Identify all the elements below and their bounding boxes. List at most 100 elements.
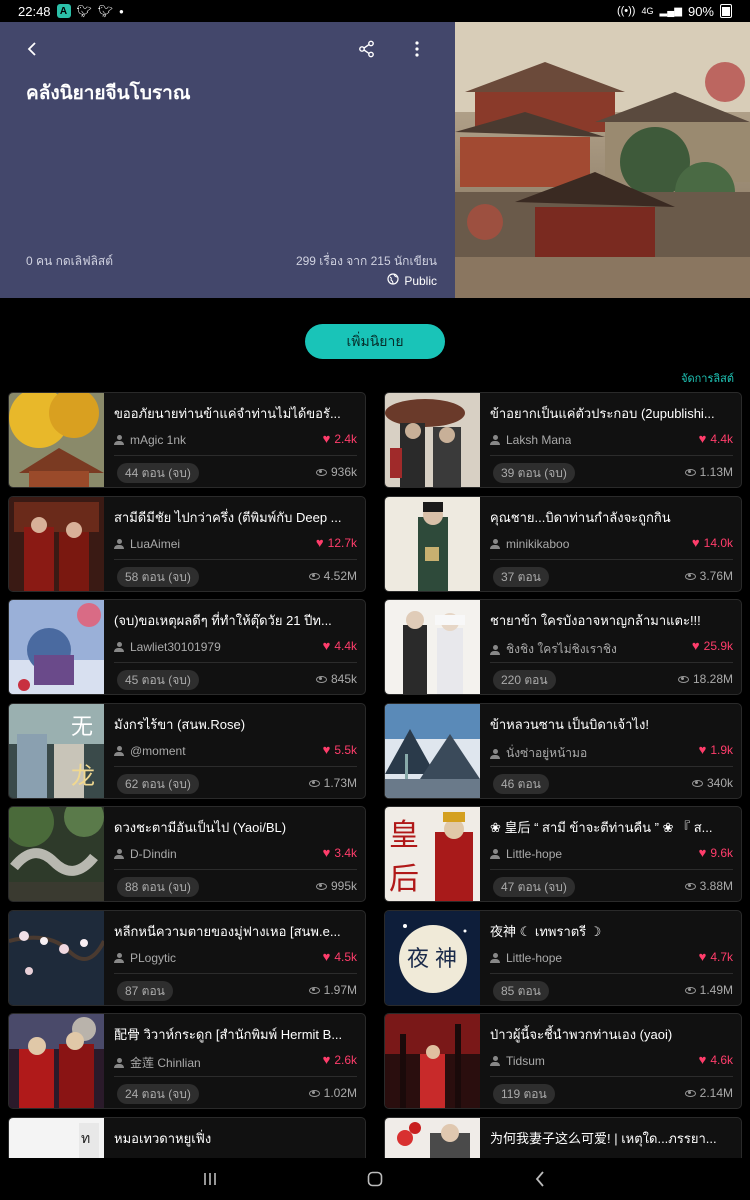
likes-count: 4.4k [334,638,357,653]
story-likes: ♥ 4.4k [323,638,357,653]
add-story-button[interactable]: เพิ่มนิยาย [305,324,445,359]
globe-icon [387,273,399,288]
story-card[interactable]: 配骨 วิวาห์กระดูก [สำนักพิมพ์ Hermit B... 金… [8,1013,366,1109]
heart-icon: ♥ [322,845,331,860]
back-nav-icon[interactable] [520,1164,560,1194]
svg-text:龙: 龙 [71,762,95,790]
story-title: สามีดีมีชัย ไปกว่าครึ่ง (ตีพิมพ์กับ Deep… [114,510,342,525]
story-title: ชายาข้า ใครบังอาจหาญกล้ามาแตะ!!! [490,613,701,628]
author-name: Laksh Mana [506,433,572,447]
eye-icon [308,986,320,994]
story-card[interactable]: ข้าหลวนซาน เป็นบิดาเจ้าไง! นั่งซ่าอยู่หน้… [384,703,742,799]
story-card[interactable]: ขออภัยนายท่านข้าแค่จำท่านไม่ได้ขอรั... mA… [8,392,366,488]
story-views: 3.76M [684,569,733,583]
story-cover-image [385,497,480,591]
manage-list-link[interactable]: จัดการลิสต์ [681,369,734,387]
story-title: ดวงชะตามีอันเป็นไป (Yaoi/BL) [114,820,287,835]
views-count: 18.28M [692,672,733,686]
story-card[interactable]: คุณชาย...บิดาท่านกำลังจะถูกกิน minikikabo… [384,496,742,592]
eye-icon [308,779,320,787]
story-views: 4.52M [308,569,357,583]
views-count: 4.52M [323,569,357,583]
card-divider [490,455,733,456]
story-title: ข้าหลวนซาน เป็นบิดาเจ้าไง! [490,717,649,732]
story-views: 3.88M [684,879,733,893]
svg-text:无: 无 [71,715,93,740]
story-card[interactable]: 皇后 ❀ 皇后 “ สามี ข้าจะตีท่านคืน ” ❀ 『 ส... L… [384,806,742,902]
home-icon[interactable] [355,1164,395,1194]
story-cover-image [385,393,480,487]
recent-apps-icon[interactable] [190,1164,230,1194]
card-divider [490,559,733,560]
episode-badge: 85 ตอน [493,981,549,1001]
story-likes: ♥ 25.9k [692,638,733,653]
story-card[interactable]: 无龙 มังกรไร้ขา (สนพ.Rose) @moment ♥ 5.5k 62 ตอ… [8,703,366,799]
author-name: minikikaboo [506,537,570,551]
likes-count: 5.5k [334,742,357,757]
story-views: 995k [315,879,357,893]
story-card[interactable]: ดวงชะตามีอันเป็นไป (Yaoi/BL) D-Dindin ♥ 3.4… [8,806,366,902]
back-icon[interactable] [18,35,46,63]
card-divider [114,766,357,767]
story-views: 2.14M [684,1086,733,1100]
author-icon [114,849,124,859]
author-name: PLogytic [130,951,177,965]
story-views: 18.28M [677,672,733,686]
author-icon [490,644,500,655]
story-cover-image [385,600,480,694]
card-divider [114,559,357,560]
story-card[interactable]: หลีกหนีความตายของมู่ฟางเหอ [สนพ.e... PLog… [8,910,366,1006]
story-likes: ♥ 12.7k [316,535,357,550]
heart-icon: ♥ [322,742,331,757]
episode-badge: 37 ตอน [493,567,549,587]
episode-badge: 62 ตอน (จบ) [117,774,199,794]
episode-badge: 39 ตอน (จบ) [493,463,575,483]
svg-text:神: 神 [435,947,457,972]
author-icon [114,746,124,756]
eye-icon [308,572,320,580]
story-author: mAgic 1nk [114,433,186,447]
author-icon [490,748,500,759]
likes-count: 2.4k [334,431,357,446]
system-nav-bar [0,1158,750,1200]
story-views: 845k [315,672,357,686]
heart-icon: ♥ [322,1052,331,1067]
author-icon [490,1056,500,1066]
story-title: มังกรไร้ขา (สนพ.Rose) [114,717,246,732]
story-author-count: 299 เรื่อง จาก 215 นักเขียน [295,254,437,268]
story-likes: ♥ 3.4k [323,845,357,860]
story-card[interactable]: (จบ)ขอเหตุผลดีๆ ที่ทำให้ตุ๊ดวัย 21 ปีท..… [8,599,366,695]
views-count: 1.49M [699,983,733,997]
header-panel: คลังนิยายจีนโบราณ 0 คน กดเลิฟลิสต์ 299 เ… [0,22,455,298]
story-card[interactable]: สามีดีมีชัย ไปกว่าครึ่ง (ตีพิมพ์กับ Deep… [8,496,366,592]
share-icon[interactable] [353,35,381,63]
heart-icon: ♥ [322,638,331,653]
story-card[interactable]: ชายาข้า ใครบังอาจหาญกล้ามาแตะ!!! ชิงชิง ใ… [384,599,742,695]
story-likes: ♥ 14.0k [692,535,733,550]
story-card[interactable]: ข้าอยากเป็นแค่ตัวประกอบ (2upublishi... La… [384,392,742,488]
story-author: 金莲 Chinlian [114,1054,201,1071]
story-cover-image: 皇后 [385,807,480,901]
svg-text:皇: 皇 [389,818,419,853]
eye-icon [684,986,696,994]
story-likes: ♥ 4.4k [699,431,733,446]
author-icon [114,1057,124,1068]
battery-level: 90% [687,3,714,19]
list-header: คลังนิยายจีนโบราณ 0 คน กดเลิฟลิสต์ 299 เ… [0,22,750,298]
author-icon [490,953,500,963]
author-icon [114,953,124,963]
story-author: Lawliet30101979 [114,640,221,654]
heart-icon: ♥ [698,742,707,757]
card-divider [114,662,357,663]
story-card[interactable]: 夜神夜神 ☾ เทพราตรี ☽ Little-hope ♥ 4.7k 85 ตอน 1… [384,910,742,1006]
likes-count: 4.4k [710,431,733,446]
story-title: ป่าวผู้นี้จะชี้นำพวกท่านเอง (yaoi) [490,1027,673,1042]
views-count: 340k [706,776,733,790]
story-title: 为何我妻子这么可爱! | เหตุใด...ภรรยา... [490,1131,717,1146]
more-options-icon[interactable] [403,35,431,63]
story-author: D-Dindin [114,847,177,861]
story-likes: ♥ 5.5k [323,742,357,757]
card-divider [490,973,733,974]
story-author: minikikaboo [490,537,569,551]
story-card[interactable]: ป่าวผู้นี้จะชี้นำพวกท่านเอง (yaoi) Tidsum… [384,1013,742,1109]
